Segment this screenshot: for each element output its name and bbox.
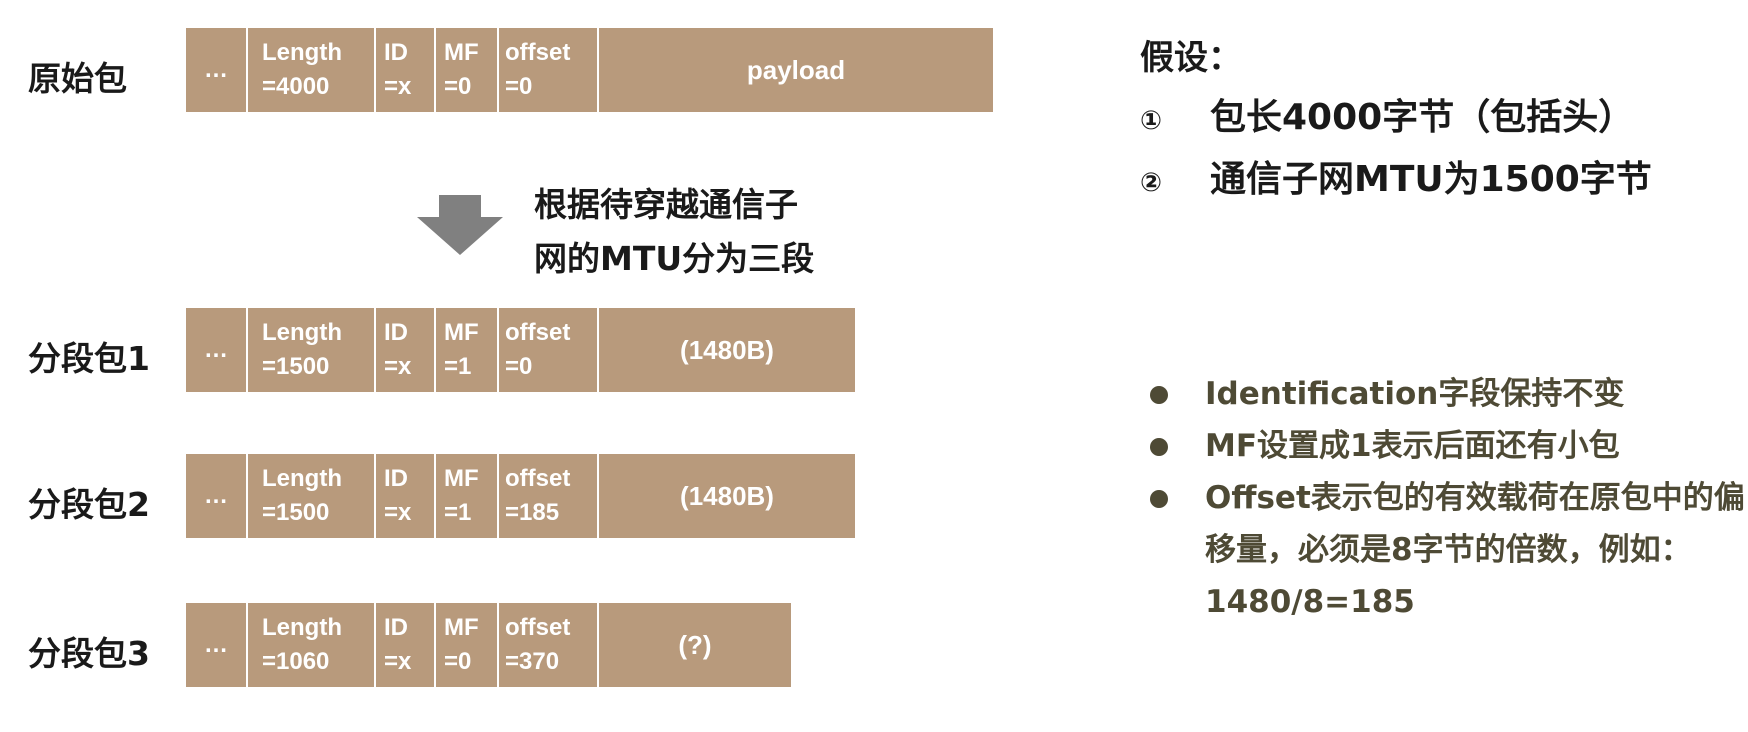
- split-description-line1: 根据待穿越通信子: [534, 185, 798, 224]
- fragment-3-packet: … Length =1060 ID =x MF =0 offset =370 (?): [186, 603, 791, 687]
- field-payload: (1480B): [599, 454, 855, 538]
- field-offset: offset =0: [499, 28, 599, 112]
- fragment-2-label: 分段包2: [28, 485, 150, 524]
- field-offset: offset =0: [499, 308, 599, 392]
- field-id: ID =x: [376, 308, 436, 392]
- field-mf: MF =0: [436, 28, 499, 112]
- circled-number-2: ②: [1140, 168, 1163, 198]
- notes-list: Identification字段保持不变 MF设置成1表示后面还有小包 Offs…: [1150, 368, 1748, 628]
- circled-number-1: ①: [1140, 106, 1163, 136]
- field-length: Length =1500: [248, 454, 376, 538]
- assumption-text-1: 包长4000字节（包括头）: [1210, 97, 1635, 138]
- note-item-1: Identification字段保持不变: [1150, 368, 1748, 420]
- note-text-2: MF设置成1表示后面还有小包: [1205, 428, 1620, 464]
- field-ellipsis: …: [186, 603, 248, 687]
- field-length: Length =4000: [248, 28, 376, 112]
- bullet-icon: [1150, 490, 1168, 508]
- field-payload: (?): [599, 603, 791, 687]
- field-offset: offset =370: [499, 603, 599, 687]
- field-length: Length =1060: [248, 603, 376, 687]
- note-item-2: MF设置成1表示后面还有小包: [1150, 420, 1748, 472]
- field-payload: payload: [599, 28, 993, 112]
- field-mf: MF =1: [436, 308, 499, 392]
- field-ellipsis: …: [186, 454, 248, 538]
- fragment-2-packet: … Length =1500 ID =x MF =1 offset =185 (1480…: [186, 454, 855, 538]
- split-description: 根据待穿越通信子 网的MTU分为三段: [534, 178, 814, 286]
- original-packet-label: 原始包: [28, 59, 127, 98]
- field-id: ID =x: [376, 28, 436, 112]
- field-offset: offset =185: [499, 454, 599, 538]
- bullet-icon: [1150, 386, 1168, 404]
- note-text-1: Identification字段保持不变: [1205, 376, 1625, 412]
- fragment-3-label: 分段包3: [28, 634, 150, 673]
- field-mf: MF =0: [436, 603, 499, 687]
- field-ellipsis: …: [186, 308, 248, 392]
- original-packet: … Length =4000 ID =x MF =0 offset =0 payload: [186, 28, 993, 112]
- fragment-1-label: 分段包1: [28, 339, 150, 378]
- bullet-icon: [1150, 438, 1168, 456]
- assumptions-title: 假设：: [1140, 38, 1242, 78]
- field-ellipsis: …: [186, 28, 248, 112]
- field-payload: (1480B): [599, 308, 855, 392]
- field-id: ID =x: [376, 454, 436, 538]
- field-id: ID =x: [376, 603, 436, 687]
- down-arrow-icon: [417, 195, 503, 255]
- assumption-item-1: ① 包长4000字节（包括头）: [1140, 88, 1634, 140]
- note-item-3: Offset表示包的有效载荷在原包中的偏移量，必须是8字节的倍数，例如：1480…: [1150, 472, 1748, 628]
- split-description-line2: 网的MTU分为三段: [534, 239, 815, 278]
- fragment-1-packet: … Length =1500 ID =x MF =1 offset =0 (1480B): [186, 308, 855, 392]
- field-length: Length =1500: [248, 308, 376, 392]
- assumption-item-2: ② 通信子网MTU为1500字节: [1140, 150, 1652, 202]
- note-text-3: Offset表示包的有效载荷在原包中的偏移量，必须是8字节的倍数，例如：1480…: [1205, 480, 1745, 620]
- field-mf: MF =1: [436, 454, 499, 538]
- assumption-text-2: 通信子网MTU为1500字节: [1210, 159, 1652, 200]
